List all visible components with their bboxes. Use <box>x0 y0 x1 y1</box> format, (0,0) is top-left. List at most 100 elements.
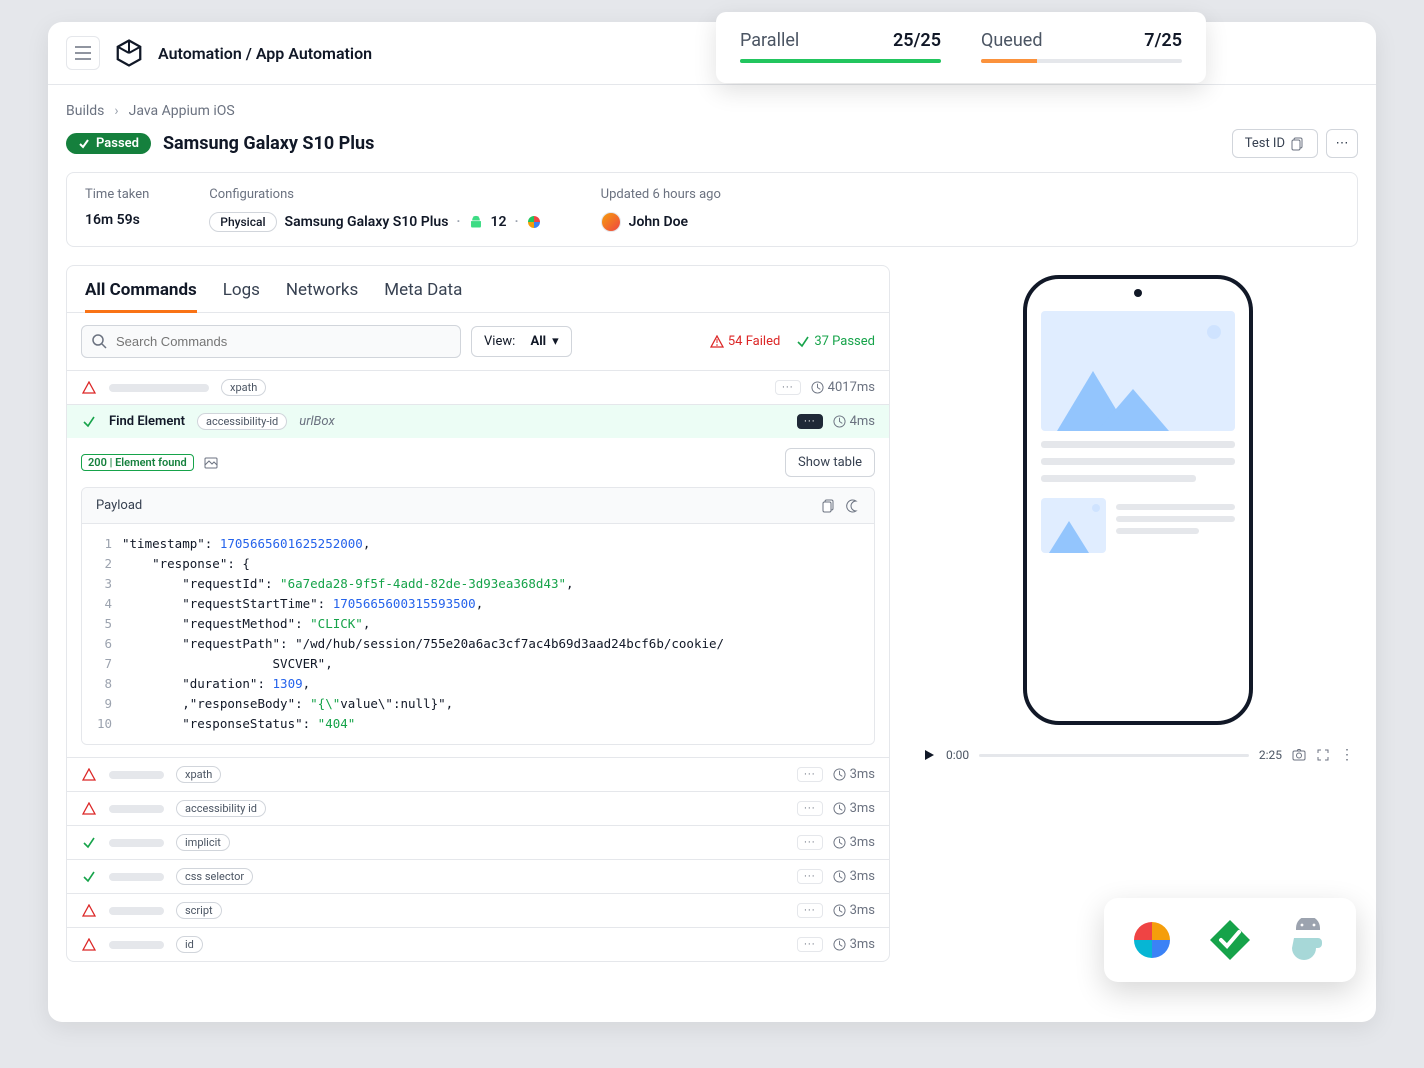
command-row[interactable]: xpath ··· 4017ms <box>67 370 889 404</box>
breadcrumb: Builds › Java Appium iOS <box>48 85 1376 125</box>
status-fail-icon <box>81 904 97 918</box>
command-row[interactable]: accessibility id ··· 3ms <box>67 791 889 825</box>
physical-chip: Physical <box>209 212 276 232</box>
status-fail-icon <box>81 938 97 952</box>
command-row-expanded[interactable]: Find Element accessibility-id urlBox ···… <box>67 404 889 438</box>
duration: 3ms <box>833 903 875 918</box>
parallel-value: 25/25 <box>893 30 941 51</box>
selector-chip: css selector <box>176 868 253 885</box>
status-fail-icon <box>81 768 97 782</box>
config-device: Samsung Galaxy S10 Plus <box>285 214 449 230</box>
duration: 3ms <box>833 937 875 952</box>
duration: 3ms <box>833 767 875 782</box>
app-logo-icon <box>114 38 144 68</box>
session-meta: Time taken 16m 59s Configurations Physic… <box>66 172 1358 247</box>
tab-metadata[interactable]: Meta Data <box>384 280 462 312</box>
parallel-label: Parallel <box>740 30 799 51</box>
playback-bar: 0:00 2:25 ⋮ <box>918 741 1358 769</box>
selector-chip: id <box>176 936 203 953</box>
screenshot-icon[interactable] <box>204 456 218 470</box>
color-wheel-icon <box>1130 918 1174 962</box>
status-code: 200 | Element found <box>81 454 194 471</box>
duration: 4017ms <box>811 380 875 395</box>
playback-total: 2:25 <box>1259 748 1282 762</box>
time-taken-value: 16m 59s <box>85 212 149 228</box>
user-name: John Doe <box>629 214 688 230</box>
theme-icon[interactable] <box>846 499 860 513</box>
android-mug-icon <box>1286 918 1330 962</box>
row-more-icon[interactable]: ··· <box>797 835 823 850</box>
platform-card <box>1104 898 1356 982</box>
status-badge: Passed <box>66 133 151 154</box>
command-row[interactable]: implicit ··· 3ms <box>67 825 889 859</box>
show-table-button[interactable]: Show table <box>785 448 875 477</box>
search-icon <box>91 333 107 349</box>
selector-chip: script <box>176 902 222 919</box>
menu-button[interactable] <box>66 36 100 70</box>
status-fail-icon <box>81 381 97 395</box>
payload-panel: Payload 1"timestamp": 170566560162525200… <box>81 487 875 745</box>
status-pass-icon <box>81 415 97 429</box>
passed-count: 37 Passed <box>796 334 875 349</box>
row-more-icon[interactable]: ··· <box>797 869 823 884</box>
more-button[interactable]: ⋯ <box>1326 129 1358 158</box>
command-title: Find Element <box>109 414 185 429</box>
session-name: Samsung Galaxy S10 Plus <box>163 133 374 154</box>
color-wheel-icon <box>527 215 541 229</box>
duration: 3ms <box>833 835 875 850</box>
header-title: Automation / App Automation <box>158 44 372 63</box>
command-row[interactable]: xpath ··· 3ms <box>67 757 889 791</box>
test-id-button[interactable]: Test ID <box>1232 129 1318 158</box>
queued-label: Queued <box>981 30 1042 51</box>
row-more-icon[interactable]: ··· <box>797 937 823 952</box>
breadcrumb-root[interactable]: Builds <box>66 103 104 119</box>
avatar <box>601 212 621 232</box>
device-preview <box>1023 275 1253 725</box>
tab-logs[interactable]: Logs <box>223 280 260 312</box>
selector-value: urlBox <box>299 414 334 429</box>
android-icon <box>469 215 483 229</box>
play-button[interactable] <box>922 748 936 762</box>
queued-value: 7/25 <box>1144 30 1182 51</box>
duration: 3ms <box>833 801 875 816</box>
row-more-icon[interactable]: ··· <box>797 767 823 782</box>
stats-popover: Parallel 25/25 Queued 7/25 <box>716 12 1206 83</box>
tab-commands[interactable]: All Commands <box>85 280 197 312</box>
ellipsis-icon: ⋯ <box>1336 136 1349 151</box>
updated-label: Updated 6 hours ago <box>601 187 721 202</box>
command-row[interactable]: id ··· 3ms <box>67 927 889 961</box>
payload-code: 1"timestamp": 1705665601625252000,2 "res… <box>82 524 874 744</box>
playback-menu-icon[interactable]: ⋮ <box>1340 747 1354 763</box>
command-row[interactable]: script ··· 3ms <box>67 893 889 927</box>
row-more-icon[interactable]: ··· <box>797 414 823 429</box>
row-more-icon[interactable]: ··· <box>797 903 823 918</box>
payload-title: Payload <box>96 498 142 513</box>
status-pass-icon <box>81 836 97 850</box>
search-input[interactable] <box>81 325 461 358</box>
playback-current: 0:00 <box>946 748 969 762</box>
chevron-down-icon: ▾ <box>552 334 559 349</box>
selector-chip: implicit <box>176 834 230 851</box>
checkmark-badge-icon <box>1208 918 1252 962</box>
command-row[interactable]: css selector ··· 3ms <box>67 859 889 893</box>
config-label: Configurations <box>209 187 540 202</box>
status-fail-icon <box>81 802 97 816</box>
selector-chip: xpath <box>176 766 221 783</box>
view-filter[interactable]: View: All ▾ <box>471 326 572 357</box>
row-more-icon[interactable]: ··· <box>775 380 801 395</box>
duration: 3ms <box>833 869 875 884</box>
duration: 4ms <box>833 414 875 429</box>
camera-icon[interactable] <box>1292 748 1306 762</box>
row-more-icon[interactable]: ··· <box>797 801 823 816</box>
copy-icon[interactable] <box>822 499 836 513</box>
breadcrumb-current: Java Appium iOS <box>129 103 235 119</box>
selector-chip: xpath <box>221 379 266 396</box>
copy-icon <box>1291 137 1305 151</box>
time-taken-label: Time taken <box>85 187 149 202</box>
tab-networks[interactable]: Networks <box>286 280 358 312</box>
selector-chip: accessibility id <box>176 800 266 817</box>
fullscreen-icon[interactable] <box>1316 748 1330 762</box>
chevron-right-icon: › <box>114 103 118 119</box>
playback-track[interactable] <box>979 754 1249 757</box>
selector-chip: accessibility-id <box>197 413 287 430</box>
